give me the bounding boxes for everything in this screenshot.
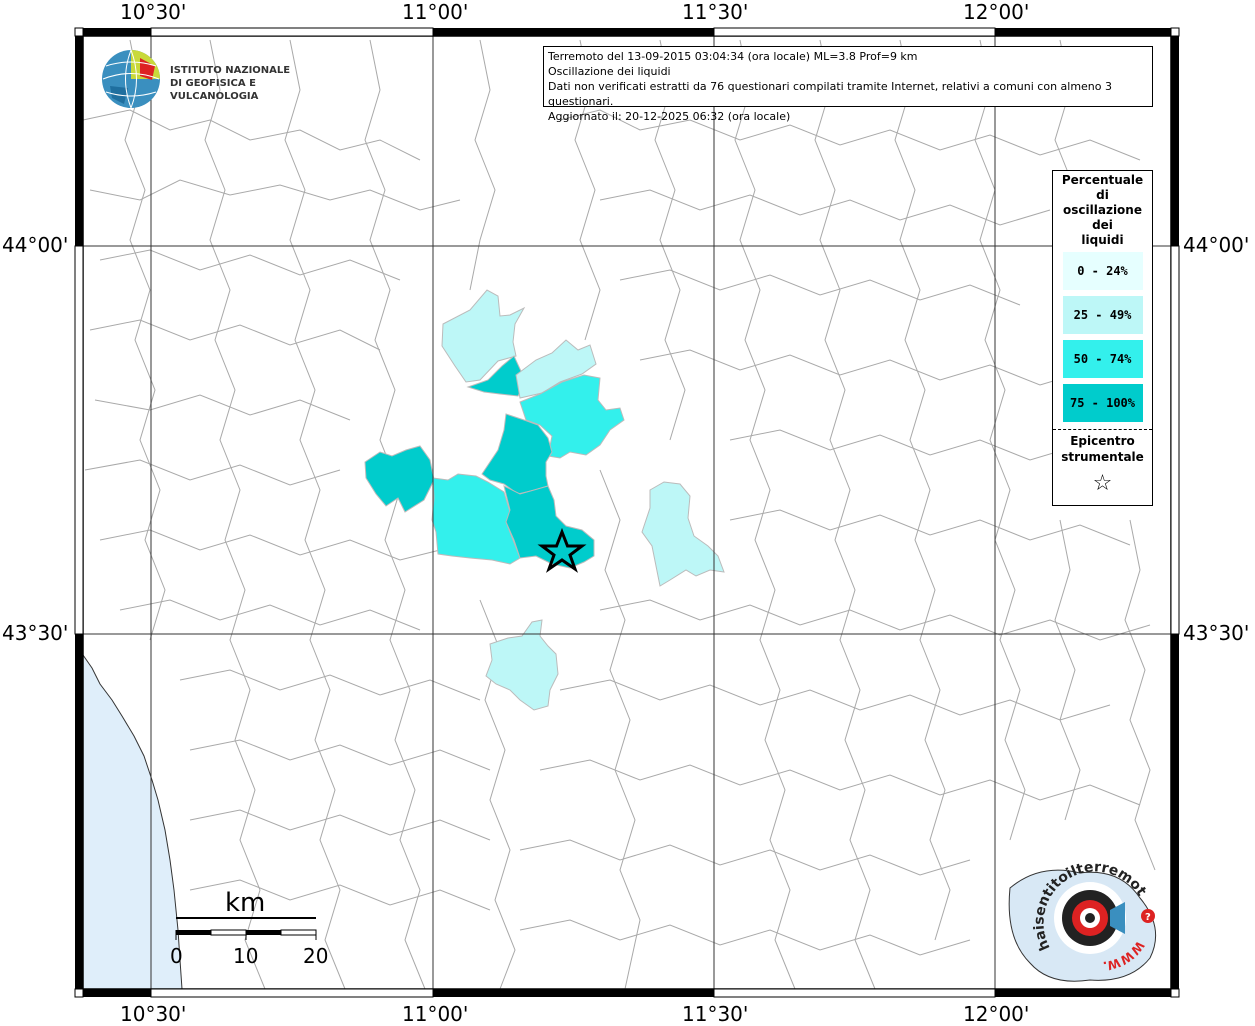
lon-label-top-3: 11°30' bbox=[682, 0, 749, 24]
legend-title-line: di bbox=[1096, 188, 1109, 202]
lat-label-left-2: 43°30' bbox=[2, 621, 69, 645]
legend-class-75-100: 75 - 100% bbox=[1062, 384, 1143, 422]
lat-label-right-2: 43°30' bbox=[1183, 621, 1250, 645]
lon-label-bottom-2: 11°00' bbox=[402, 1002, 469, 1026]
lon-label-bottom-1: 10°30' bbox=[120, 1002, 187, 1026]
legend-title-line: liquidi bbox=[1081, 233, 1124, 247]
haisentito-logo-icon: ? haisentitoilterremoto.it WWW. bbox=[995, 846, 1157, 982]
legend-class-0-24: 0 - 24% bbox=[1062, 252, 1143, 290]
legend: Percentuale di oscillazione dei liquidi … bbox=[1052, 170, 1153, 506]
legend-star-icon: ☆ bbox=[1092, 471, 1113, 496]
lon-label-top-2: 11°00' bbox=[402, 0, 469, 24]
haisentito-logo: ? haisentitoilterremoto.it WWW. bbox=[995, 846, 1180, 988]
svg-text:?: ? bbox=[1145, 912, 1151, 923]
legend-epicenter-line: strumentale bbox=[1061, 450, 1144, 464]
legend-class-50-74: 50 - 74% bbox=[1062, 340, 1143, 378]
ingv-name: ISTITUTO NAZIONALE DI GEOFISICA E VULCAN… bbox=[170, 64, 320, 103]
event-info-line: Terremoto del 13-09-2015 03:04:34 (ora l… bbox=[548, 50, 918, 63]
event-info-line: Aggiornato il: 20-12-2025 06:32 (ora loc… bbox=[548, 110, 791, 123]
legend-title: Percentuale di oscillazione dei liquidi bbox=[1053, 173, 1152, 248]
legend-title-line: dei bbox=[1092, 218, 1113, 232]
lon-label-bottom-4: 12°00' bbox=[963, 1002, 1030, 1026]
lon-label-top-4: 12°00' bbox=[963, 0, 1030, 24]
globe-icon bbox=[102, 49, 160, 109]
scale-tick-0: 0 bbox=[170, 944, 183, 968]
lon-label-top-1: 10°30' bbox=[120, 0, 187, 24]
lat-label-right-1: 44°00' bbox=[1183, 233, 1250, 257]
legend-separator bbox=[1053, 429, 1152, 430]
scale-tick-20: 20 bbox=[303, 944, 329, 968]
legend-title-line: oscillazione bbox=[1063, 203, 1142, 217]
legend-class-25-49: 25 - 49% bbox=[1062, 296, 1143, 334]
legend-epicenter-line: Epicentro bbox=[1070, 434, 1135, 448]
ingv-name-line2: DI GEOFISICA E VULCANOLOGIA bbox=[170, 78, 259, 102]
ingv-name-line1: ISTITUTO NAZIONALE bbox=[170, 65, 291, 76]
ingv-logo: ISTITUTO NAZIONALE DI GEOFISICA E VULCAN… bbox=[100, 48, 320, 110]
scale-tick-10: 10 bbox=[233, 944, 259, 968]
event-info-line: Dati non verificati estratti da 76 quest… bbox=[548, 80, 1113, 108]
event-info-box: Terremoto del 13-09-2015 03:04:34 (ora l… bbox=[543, 46, 1153, 123]
legend-title-line: Percentuale bbox=[1061, 173, 1144, 187]
event-info-line: Oscillazione dei liquidi bbox=[548, 65, 671, 78]
legend-epicenter-label: Epicentro strumentale bbox=[1053, 433, 1152, 465]
scale-unit: km bbox=[225, 888, 266, 918]
lat-label-left-1: 44°00' bbox=[2, 233, 69, 257]
lon-label-bottom-3: 11°30' bbox=[682, 1002, 749, 1026]
